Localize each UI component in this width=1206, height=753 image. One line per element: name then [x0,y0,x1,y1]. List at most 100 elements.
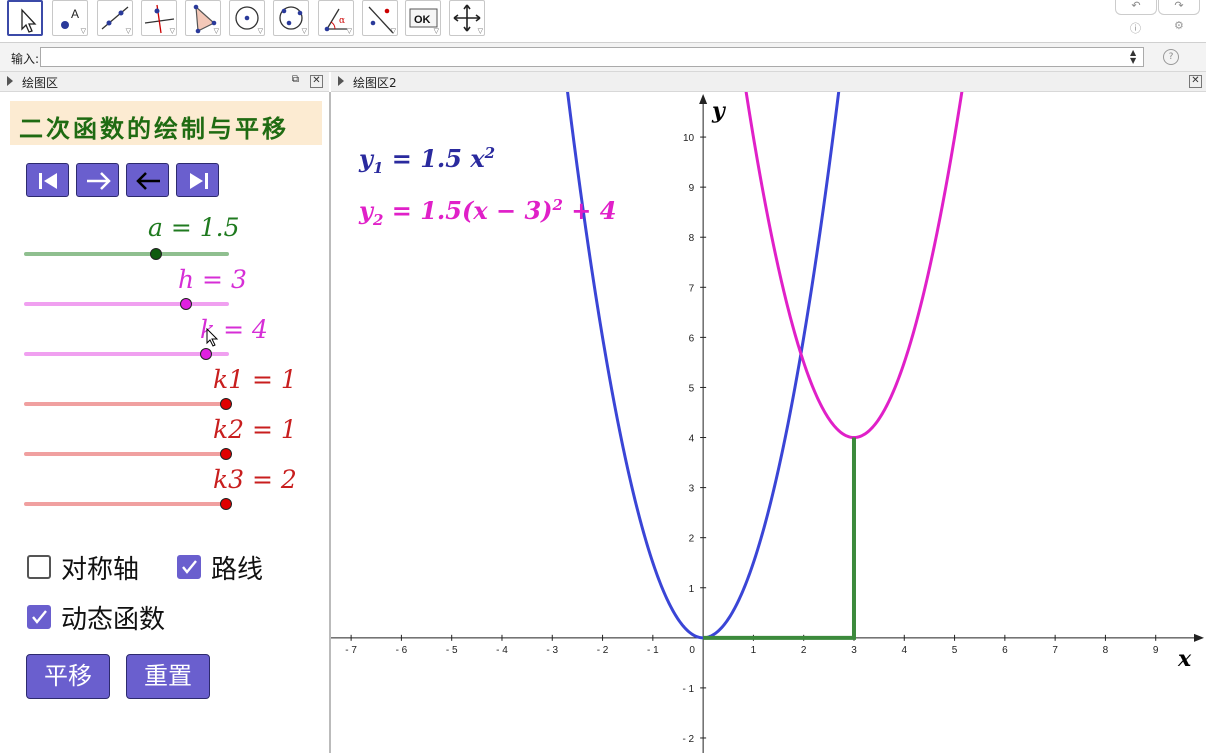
slider-k2-track[interactable] [24,452,229,456]
x-tick-label: 1 [751,645,757,656]
x-tick-label: 7 [1052,645,1058,656]
circle-three-points-tool[interactable]: ▽ [273,0,309,36]
svg-text:A: A [71,7,79,21]
equation-y1: y1 = 1.5 x2 [359,144,495,177]
slider-k1-label: k1 = 1 [213,365,297,394]
equation-y1-lhs: y [359,144,373,173]
checkmark-icon [182,560,197,574]
input-history-arrows[interactable]: ▲ ▼ [1130,49,1136,65]
close-icon[interactable]: ✕ [1189,75,1202,88]
curve-y2 [744,92,964,440]
x-tick-label: 8 [1103,645,1109,656]
graphics-view[interactable]: - 7 - 6 - 5 - 4 - 3 - 2 - 1 0 1 2 3 4 5 6 7 8 9 - 2 - 1 1 2 3… [331,92,1206,753]
reset-button[interactable]: 重置 [126,654,210,699]
equation-y1-sup: 2 [484,144,496,162]
slider-k1-track[interactable] [24,402,229,406]
circle-tool[interactable]: ▽ [229,0,265,36]
slider-k3-label: k3 = 2 [213,465,297,494]
y-tick-label: 8 [689,233,695,244]
svg-text:α: α [339,16,345,26]
slider-k1-knob[interactable] [220,398,232,410]
point-tool[interactable]: A ▽ [52,0,88,36]
reflect-tool[interactable]: ▽ [362,0,398,36]
graph-panel-header: 绘图区2 ✕ [331,72,1206,92]
input-field[interactable] [40,47,1144,67]
x-tick-label: 3 [851,645,857,656]
help-icon[interactable]: ⓘ [1130,20,1141,36]
x-tick-label: - 1 [647,645,659,656]
slider-k3-knob[interactable] [220,498,232,510]
slider-k2-knob[interactable] [220,448,232,460]
help-icon[interactable]: ? [1163,49,1179,65]
translate-button[interactable]: 平移 [26,654,110,699]
graph-panel-title: 绘图区2 [353,76,397,90]
slider-k-knob[interactable] [200,348,212,360]
back-arrow-icon [136,172,160,190]
x-tick-label: 2 [801,645,807,656]
x-tick-label: - 4 [496,645,508,656]
x-tick-label: - 3 [546,645,558,656]
collapse-arrow-icon[interactable] [7,76,13,86]
slider-a-track[interactable] [24,252,229,256]
first-step-button[interactable] [26,163,69,197]
y-tick-label: 5 [689,383,695,394]
y-tick-label: 3 [689,484,695,495]
y-tick-label: - 2 [682,734,694,745]
plot-area[interactable]: - 7 - 6 - 5 - 4 - 3 - 2 - 1 0 1 2 3 4 5 6 7 8 9 - 2 - 1 1 2 3… [331,92,1206,753]
undo-button[interactable]: ↶ [1115,0,1157,15]
left-panel-title: 绘图区 [22,76,59,90]
input-bar: 输入: ▲ ▼ ? [0,43,1206,72]
slider-h-track[interactable] [24,302,229,306]
slider-k-track[interactable] [24,352,229,356]
next-step-button[interactable] [76,163,119,197]
x-tick-label: - 6 [396,645,408,656]
y-axis-arrow-icon [699,94,708,104]
slider-h-knob[interactable] [180,298,192,310]
svg-text:OK: OK [414,14,431,26]
y-axis-label: y [712,98,725,124]
equation-y2-sub: 2 [372,210,384,229]
x-tick-label: - 2 [597,645,609,656]
slider-a-label: a = 1.5 [148,213,240,242]
x-axis-arrow-icon [1194,633,1204,642]
slider-a-knob[interactable] [150,248,162,260]
move-view-tool[interactable]: ▽ [449,0,485,36]
y-tick-label: 10 [683,133,695,144]
toolbar: A ▽ ▽ ▽ ▽ ▽ ▽ α ▽ ▽ OK ▽ ▽ ↶ ↷ ⓘ ⚙ [0,0,1206,43]
path-label: 路线 [211,555,264,585]
input-label: 输入: [11,52,40,66]
equation-y2-tail: + 4 [562,196,617,225]
checkmark-icon [32,610,47,624]
slider-tool[interactable]: OK ▽ [405,0,441,36]
last-icon [190,173,208,189]
slider-h-label: h = 3 [178,265,247,294]
path-checkbox[interactable] [177,555,201,579]
axis-of-symmetry-checkbox[interactable] [27,555,51,579]
last-step-button[interactable] [176,163,219,197]
redo-button[interactable]: ↷ [1158,0,1200,15]
x-tick-label: 9 [1153,645,1159,656]
gear-icon[interactable]: ⚙ [1174,19,1184,32]
x-tick-label: 6 [1002,645,1008,656]
detach-icon[interactable]: ⧉ [290,75,301,86]
equation-y2-rhs: = 1.5(x − 3) [383,196,553,225]
close-icon[interactable]: ✕ [310,75,323,88]
slider-k3-track[interactable] [24,502,229,506]
page-title: 二次函数的绘制与平移 [19,114,289,143]
slider-k2-label: k2 = 1 [213,415,297,444]
dynamic-function-checkbox[interactable] [27,605,51,629]
line-tool[interactable]: ▽ [97,0,133,36]
y-tick-label: 4 [689,434,695,445]
equation-y2-sup: 2 [552,196,563,214]
angle-tool[interactable]: α ▽ [318,0,354,36]
equation-y1-sub: 1 [372,158,384,177]
previous-step-button[interactable] [126,163,169,197]
polygon-tool[interactable]: ▽ [185,0,221,36]
perpendicular-tool[interactable]: ▽ [141,0,177,36]
x-tick-label: 0 [689,645,695,656]
move-tool[interactable] [7,0,43,36]
collapse-arrow-icon[interactable] [338,76,344,86]
y-tick-label: - 1 [682,684,694,695]
first-icon [39,173,57,189]
dynamic-function-label: 动态函数 [61,605,166,635]
